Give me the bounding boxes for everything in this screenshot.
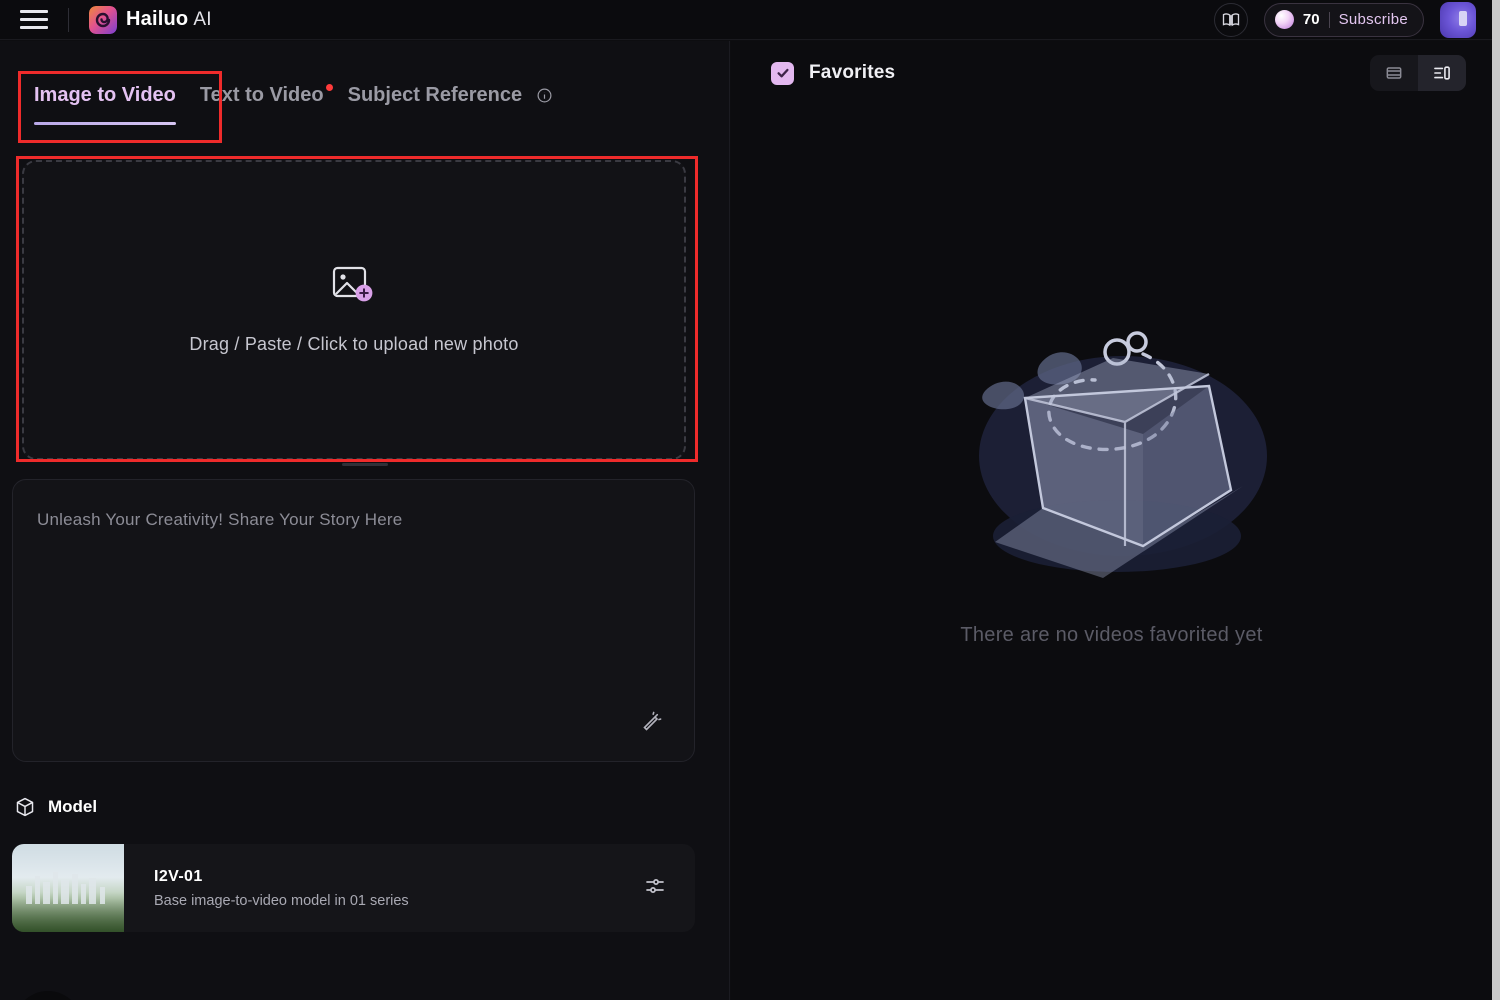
model-description: Base image-to-video model in 01 series — [154, 892, 409, 909]
panel-resize-handle[interactable] — [341, 463, 388, 466]
header-actions: 70 Subscribe — [1213, 1, 1492, 38]
tab-subject-reference[interactable]: Subject Reference — [348, 84, 553, 113]
upload-instruction-text: Drag / Paste / Click to upload new photo — [189, 334, 519, 354]
grid-view-button[interactable] — [1418, 55, 1466, 91]
avatar[interactable] — [1440, 1, 1476, 38]
spiral-logo-icon — [89, 5, 117, 34]
credit-orb-icon — [1274, 10, 1294, 29]
cube-icon — [16, 797, 34, 817]
prompt-placeholder-text: Unleash Your Creativity! Share Your Stor… — [37, 510, 403, 529]
credits-pill[interactable]: 70 Subscribe — [1263, 2, 1424, 37]
favorites-empty-state: There are no videos favorited yet — [731, 286, 1492, 647]
subscribe-button[interactable]: Subscribe — [1339, 11, 1408, 28]
app-header: Hailuo AI 70 Subscribe — [0, 0, 1492, 40]
brand-logo[interactable]: Hailuo AI — [89, 5, 212, 34]
active-tab-underline — [34, 122, 176, 125]
magic-wand-icon[interactable] — [640, 710, 664, 739]
tab-text-to-video-label: Text to Video — [199, 84, 324, 106]
favorites-label: Favorites — [809, 62, 896, 83]
tab-text-to-video[interactable]: Text to Video — [199, 84, 333, 113]
info-icon[interactable] — [536, 87, 553, 104]
hamburger-menu-icon[interactable] — [20, 9, 48, 31]
favorites-toolbar: Favorites — [731, 41, 1492, 105]
thumbnail-skyline — [12, 870, 124, 904]
grid-view-icon — [1434, 66, 1450, 80]
right-panel: Favorites There are no videos favorited … — [731, 41, 1492, 1000]
brand-name: Hailuo AI — [126, 8, 212, 31]
header-divider — [68, 7, 69, 32]
book-icon — [1222, 12, 1240, 26]
brand-suffix-text: AI — [193, 9, 212, 30]
book-icon-button[interactable] — [1213, 2, 1248, 37]
checkmark-icon — [776, 68, 789, 78]
tab-image-to-video-label: Image to Video — [34, 84, 176, 106]
sliders-icon[interactable] — [643, 874, 667, 903]
image-plus-icon — [332, 266, 373, 302]
prompt-textarea[interactable]: Unleash Your Creativity! Share Your Stor… — [12, 479, 695, 762]
scan-camera-button[interactable] — [14, 991, 82, 1000]
screenshot-right-edge — [1492, 0, 1500, 1000]
favorites-checkbox[interactable] — [771, 61, 794, 85]
model-section-header: Model — [14, 796, 97, 818]
pill-separator — [1328, 11, 1330, 28]
model-card[interactable]: I2V-01 Base image-to-video model in 01 s… — [12, 844, 695, 932]
upload-dropzone[interactable]: Drag / Paste / Click to upload new photo — [22, 160, 686, 460]
brand-name-text: Hailuo — [126, 8, 189, 30]
app-window: Hailuo AI 70 Subscribe Image to Video Te… — [0, 0, 1492, 1000]
model-name: I2V-01 — [154, 867, 203, 885]
list-view-button[interactable] — [1370, 55, 1418, 91]
model-section-title: Model — [48, 797, 98, 816]
model-thumbnail — [12, 844, 124, 932]
mode-tabs: Image to Video Text to Video Subject Ref… — [0, 41, 729, 125]
empty-box-illustration — [978, 331, 1267, 578]
empty-state-text: There are no videos favorited yet — [960, 624, 1263, 646]
tab-image-to-video[interactable]: Image to Video — [34, 84, 176, 125]
list-view-icon — [1386, 67, 1402, 79]
model-info: I2V-01 Base image-to-video model in 01 s… — [124, 868, 409, 909]
left-panel: Image to Video Text to Video Subject Ref… — [0, 41, 730, 1000]
new-badge-dot-icon — [325, 84, 333, 91]
credits-count: 70 — [1302, 11, 1320, 28]
view-mode-toggle — [1370, 55, 1466, 91]
tab-subject-reference-label: Subject Reference — [347, 84, 523, 106]
